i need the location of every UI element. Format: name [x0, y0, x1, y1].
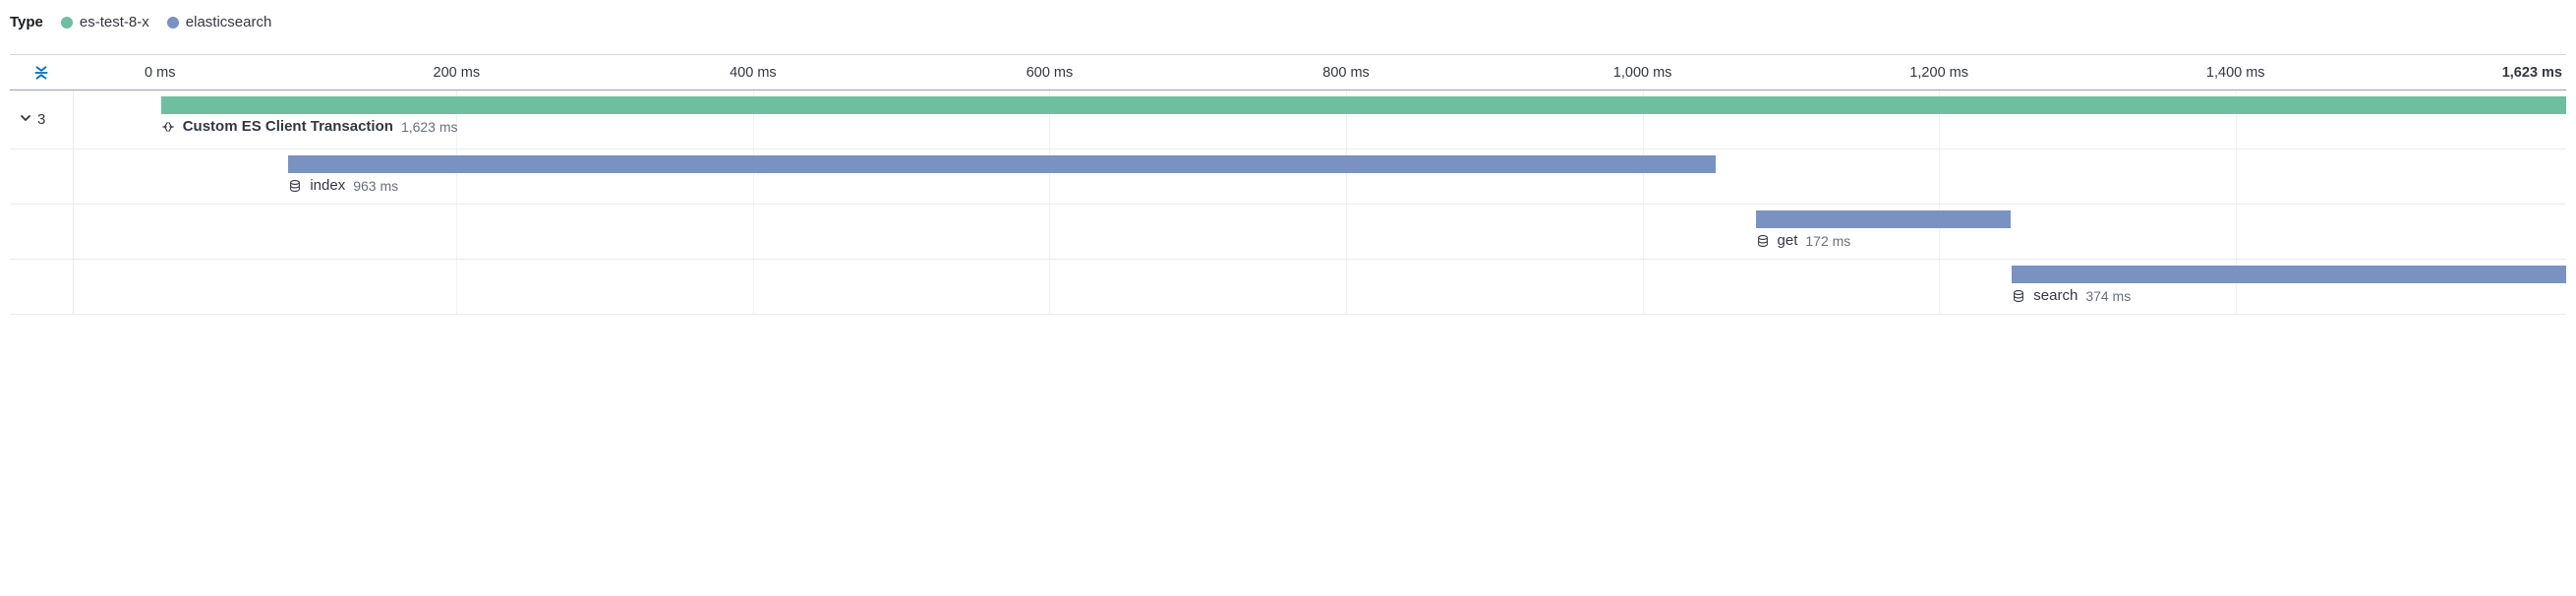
row-track-index: index 963 ms	[73, 149, 2566, 204]
span-bar-transaction[interactable]	[161, 96, 2566, 114]
span-bar-get[interactable]	[1756, 210, 2011, 228]
span-label-transaction: Custom ES Client Transaction 1,623 ms	[161, 118, 458, 135]
row-track-search: search 374 ms	[73, 260, 2566, 314]
tick-label: 800 ms	[1322, 65, 1370, 81]
legend-row: Type es-test-8-x elasticsearch	[10, 10, 2566, 44]
tick-label: 400 ms	[730, 65, 777, 81]
trace-row-index[interactable]: index 963 ms	[10, 149, 2566, 205]
span-name: index	[310, 177, 345, 194]
legend-item-0[interactable]: es-test-8-x	[61, 14, 149, 30]
tick-label: 1,623 ms	[2502, 65, 2566, 81]
span-bar-search[interactable]	[2012, 266, 2566, 283]
span-label-index: index 963 ms	[288, 177, 398, 194]
tick-label: 600 ms	[1026, 65, 1074, 81]
row-toggle[interactable]: 3	[10, 90, 73, 149]
row-track-get: get 172 ms	[73, 205, 2566, 259]
span-name: search	[2033, 287, 2078, 304]
trace-row-get[interactable]: get 172 ms	[10, 205, 2566, 260]
rows-area: 3 Custom ES Client Transaction 1,623 ms	[10, 90, 2566, 315]
trace-row-transaction[interactable]: 3 Custom ES Client Transaction 1,623 ms	[10, 90, 2566, 149]
collapse-all-button[interactable]	[10, 64, 73, 82]
row-gutter	[10, 149, 73, 204]
tick-label: 200 ms	[434, 65, 481, 81]
database-icon	[288, 179, 302, 193]
tick-label: 1,400 ms	[2206, 65, 2265, 81]
collapse-all-icon	[32, 64, 50, 82]
tick-label: 1,000 ms	[1613, 65, 1672, 81]
legend-title: Type	[10, 14, 43, 30]
legend-text-1: elasticsearch	[186, 14, 272, 30]
legend-item-1[interactable]: elasticsearch	[167, 14, 272, 30]
row-child-count: 3	[37, 111, 45, 128]
legend-swatch-1	[167, 17, 179, 29]
span-name: Custom ES Client Transaction	[183, 118, 393, 135]
tick-label: 1,200 ms	[1909, 65, 1968, 81]
span-duration: 963 ms	[353, 178, 398, 194]
database-icon	[1756, 234, 1770, 248]
span-bar-index[interactable]	[288, 155, 1715, 173]
row-gutter	[10, 260, 73, 314]
span-label-search: search 374 ms	[2012, 287, 2131, 304]
timeline: 0 ms 200 ms 400 ms 600 ms 800 ms 1,000 ms 1,20…	[10, 54, 2566, 315]
ticks-area: 0 ms 200 ms 400 ms 600 ms 800 ms 1,000 ms 1,20…	[73, 55, 2566, 89]
span-name: get	[1778, 232, 1798, 249]
row-track-transaction: Custom ES Client Transaction 1,623 ms	[73, 90, 2566, 149]
database-icon	[2012, 289, 2025, 303]
trace-row-search[interactable]: search 374 ms	[10, 260, 2566, 315]
row-gutter	[10, 205, 73, 259]
time-axis: 0 ms 200 ms 400 ms 600 ms 800 ms 1,000 ms 1,20…	[10, 55, 2566, 90]
chevron-down-icon	[20, 112, 31, 127]
span-duration: 172 ms	[1805, 233, 1850, 249]
span-duration: 374 ms	[2085, 288, 2131, 304]
legend-swatch-0	[61, 17, 73, 29]
span-label-get: get 172 ms	[1756, 232, 1851, 249]
legend-text-0: es-test-8-x	[80, 14, 149, 30]
tick-label: 0 ms	[145, 65, 175, 81]
apm-icon	[161, 120, 175, 134]
span-duration: 1,623 ms	[401, 119, 458, 135]
